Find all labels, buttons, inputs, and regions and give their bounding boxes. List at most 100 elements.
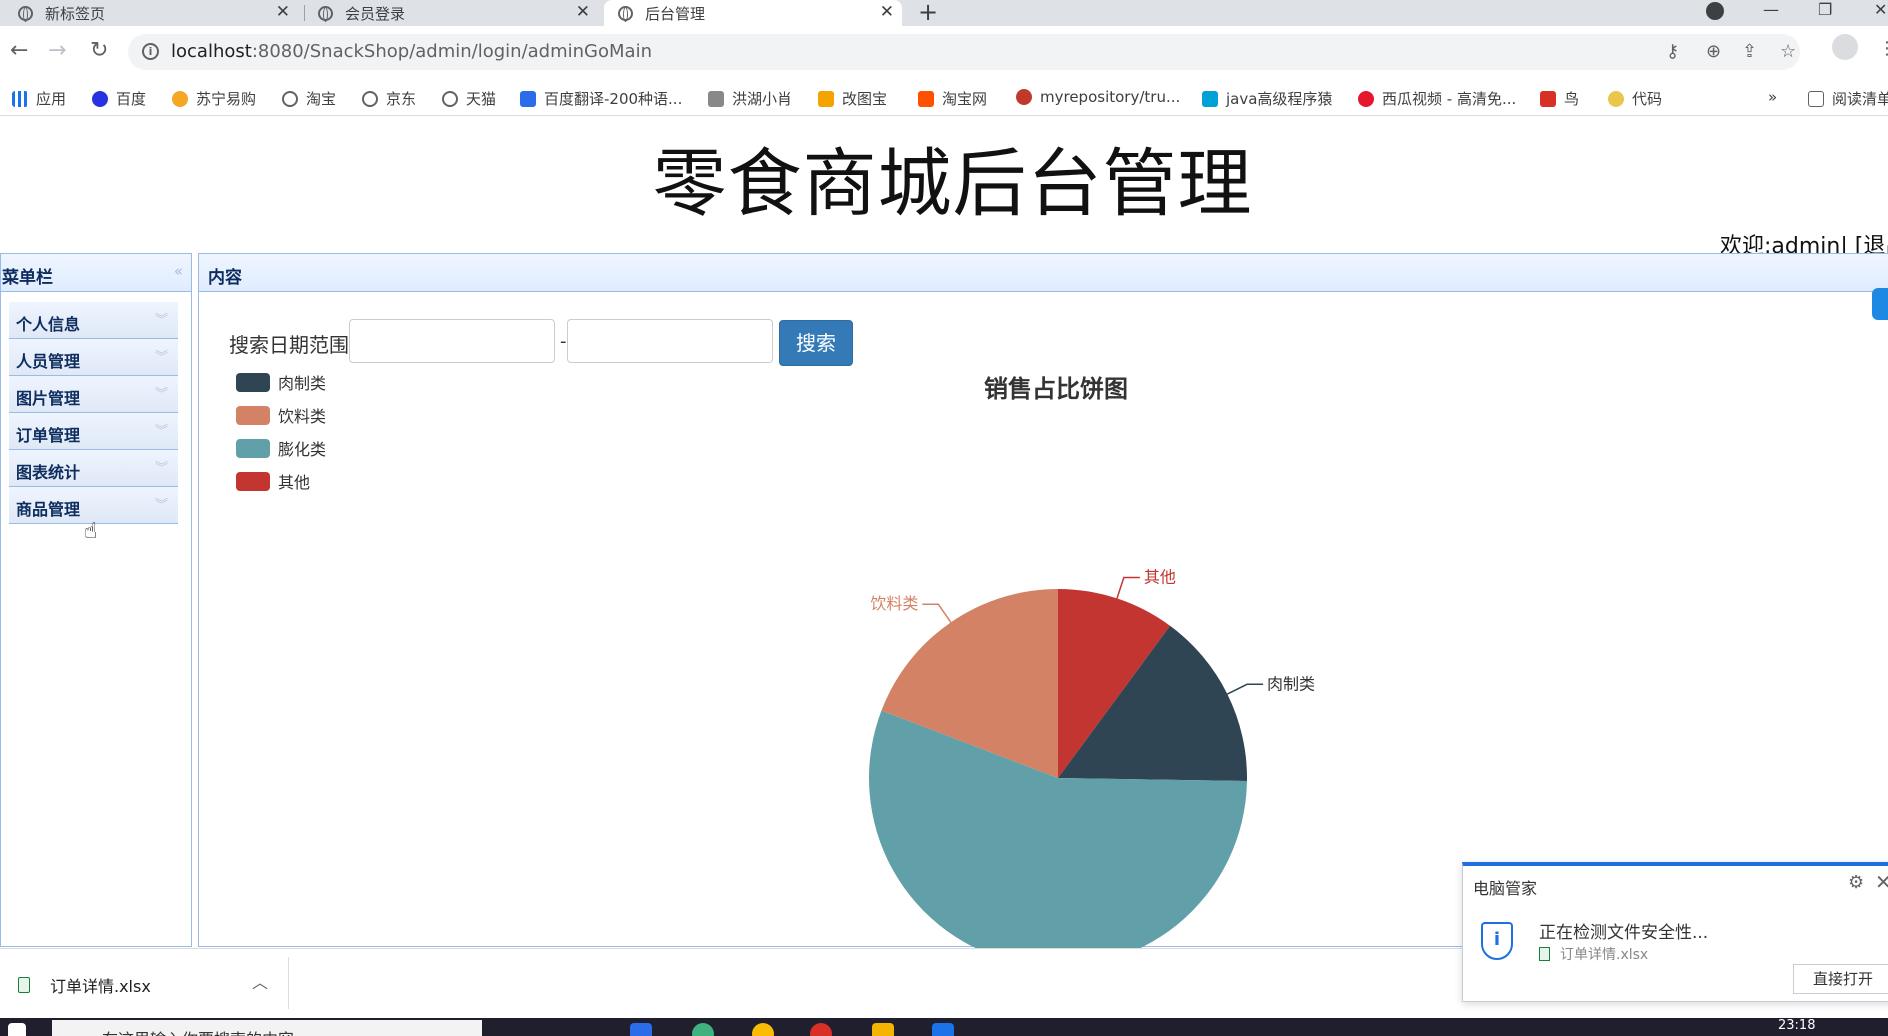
chevron-down-icon: ︾ (154, 424, 168, 439)
menu-list: 个人信息 ︾ 人员管理 ︾ 图片管理 ︾ 订单管理 ︾ 图表统计 ︾ 商品管理 ︾ (1, 292, 191, 524)
close-tab-icon[interactable]: ✕ (276, 2, 290, 22)
tab-search-icon[interactable] (1706, 2, 1724, 20)
security-popup: 电脑管家 ⚙ ✕ i 正在检测文件安全性... 订单详情.xlsx 直接打开 (1462, 862, 1888, 1002)
menu-item-personal-info[interactable]: 个人信息 ︾ (9, 302, 178, 339)
bookmark-myrepository[interactable]: myrepository/tru... (1016, 88, 1180, 106)
collapse-left-icon[interactable]: « (174, 262, 183, 280)
globe-icon (318, 5, 333, 22)
address-bar[interactable]: i localhost:8080/SnackShop/admin/login/a… (128, 34, 1800, 70)
suning-icon (172, 90, 188, 107)
open-directly-button[interactable]: 直接打开 (1793, 964, 1888, 994)
end-date-input[interactable] (567, 319, 773, 363)
bookmark-label: 应用 (36, 90, 67, 108)
profile-avatar[interactable] (1832, 34, 1858, 60)
content-panel-title: 内容 (208, 268, 242, 288)
key-icon[interactable]: ⚷ (1666, 41, 1679, 62)
bookmarks-overflow[interactable]: » (1768, 88, 1777, 106)
windows-start-icon[interactable] (8, 1023, 26, 1036)
chrome-icon[interactable] (752, 1023, 774, 1036)
taskbar-search-placeholder: 在这里输入你要搜索的内容 (102, 1026, 294, 1036)
menu-item-staff[interactable]: 人员管理 ︾ (9, 339, 178, 376)
menu-item-label: 个人信息 (16, 315, 81, 334)
legend-item-puffed[interactable]: 膨化类 (236, 438, 326, 459)
menu-item-images[interactable]: 图片管理 ︾ (9, 376, 178, 413)
folder-icon[interactable] (872, 1023, 894, 1036)
app-icon[interactable] (810, 1023, 832, 1036)
bookmark-taobao-net[interactable]: 淘宝网 (918, 88, 987, 109)
bookmark-label: 京东 (386, 90, 417, 108)
taskbar-search[interactable]: 在这里输入你要搜索的内容 (52, 1020, 482, 1036)
globe-icon (618, 5, 633, 22)
bookmark-star-icon[interactable]: ☆ (1780, 41, 1796, 62)
legend-item-meat[interactable]: 肉制类 (236, 372, 327, 393)
chevron-down-icon: ︾ (154, 498, 168, 513)
close-tab-icon[interactable]: ✕ (880, 2, 894, 22)
close-window-icon[interactable]: ✕ (1874, 0, 1887, 19)
bookmark-suning[interactable]: 苏宁易购 (172, 88, 256, 109)
restore-icon[interactable]: ❐ (1818, 0, 1832, 19)
legend-item-other[interactable]: 其他 (236, 471, 310, 492)
close-icon[interactable]: ✕ (1875, 870, 1888, 894)
tab-member-login[interactable]: 会员登录 ✕ (318, 0, 598, 26)
legend-swatch (236, 405, 270, 425)
bookmark-label: myrepository/tru... (1040, 88, 1181, 106)
bookmark-baidu-translate[interactable]: 百度翻译-200种语... (520, 88, 682, 109)
bookmark-label: 西瓜视频 - 高清免... (1382, 90, 1517, 108)
menu-kebab-icon[interactable]: ⋮ (1878, 38, 1888, 59)
globe-icon (18, 5, 33, 22)
bookmark-taobao[interactable]: 淘宝 (282, 88, 336, 109)
chevron-up-icon[interactable]: ︿ (252, 969, 268, 993)
tab-admin[interactable]: 后台管理 ✕ (604, 0, 902, 26)
bookmark-label: 代码 (1632, 90, 1663, 108)
menu-item-label: 订单管理 (16, 426, 81, 445)
popup-filename: 订单详情.xlsx (1560, 947, 1649, 963)
apps-grid-icon (12, 90, 28, 107)
globe-icon (362, 90, 378, 107)
search-button[interactable]: 搜索 (779, 320, 853, 366)
bookmark-code[interactable]: 代码 (1608, 88, 1662, 109)
menu-item-orders[interactable]: 订单管理 ︾ (9, 413, 178, 450)
new-tab-button[interactable]: + (918, 0, 938, 26)
back-icon[interactable]: ← (10, 38, 28, 63)
menu-item-label: 商品管理 (16, 500, 81, 519)
bookmark-honghu[interactable]: 洪湖小肖 (708, 88, 792, 109)
bookmark-gaitubao[interactable]: 改图宝 (818, 88, 887, 109)
excel-file-icon (18, 977, 30, 993)
tab-new-tab[interactable]: 新标签页 ✕ (18, 0, 298, 26)
minimize-icon[interactable]: — (1763, 0, 1779, 19)
pie-slice-label: 其他 (1144, 568, 1176, 587)
bookmark-label: 苏宁易购 (196, 90, 257, 108)
legend-swatch (236, 372, 270, 392)
bookmark-java[interactable]: java高级程序猿 (1202, 88, 1332, 109)
bookmark-xigua[interactable]: 西瓜视频 - 高清免... (1358, 88, 1516, 109)
legend-item-drinks[interactable]: 饮料类 (236, 405, 326, 426)
bookmark-apps[interactable]: 应用 (12, 88, 66, 109)
forward-icon[interactable]: → (48, 38, 66, 63)
start-date-input[interactable] (349, 319, 555, 363)
code-icon (1608, 90, 1624, 107)
zoom-icon[interactable]: ⊕ (1706, 41, 1721, 62)
menu-item-label: 人员管理 (16, 352, 81, 371)
bookmark-label: java高级程序猿 (1226, 90, 1333, 108)
bookmark-tmall[interactable]: 天猫 (442, 88, 496, 109)
tab-title: 会员登录 (345, 4, 406, 23)
site-info-icon[interactable]: i (142, 43, 159, 60)
share-icon[interactable]: ⇪ (1742, 41, 1757, 62)
reload-icon[interactable]: ↻ (90, 38, 108, 63)
url-path: :8080/SnackShop/admin/login/adminGoMain (251, 41, 652, 62)
bookmark-jd[interactable]: 京东 (362, 88, 416, 109)
close-tab-icon[interactable]: ✕ (576, 2, 590, 22)
download-item[interactable]: 订单详情.xlsx (18, 973, 151, 997)
app-icon[interactable] (692, 1023, 714, 1036)
reading-list[interactable]: 阅读清单 (1808, 88, 1888, 109)
legend-label: 肉制类 (278, 374, 327, 393)
menu-item-charts[interactable]: 图表统计 ︾ (9, 450, 178, 487)
bookmark-label: 淘宝网 (942, 90, 988, 108)
bookmark-bird[interactable]: 鸟 (1540, 88, 1579, 109)
gear-icon[interactable]: ⚙ (1848, 872, 1864, 893)
bookmark-baidu[interactable]: 百度 (92, 88, 146, 109)
honghu-icon (708, 90, 724, 107)
floating-assistant-icon[interactable] (1872, 288, 1888, 320)
app-icon[interactable] (630, 1023, 652, 1036)
app-icon[interactable] (932, 1023, 954, 1036)
